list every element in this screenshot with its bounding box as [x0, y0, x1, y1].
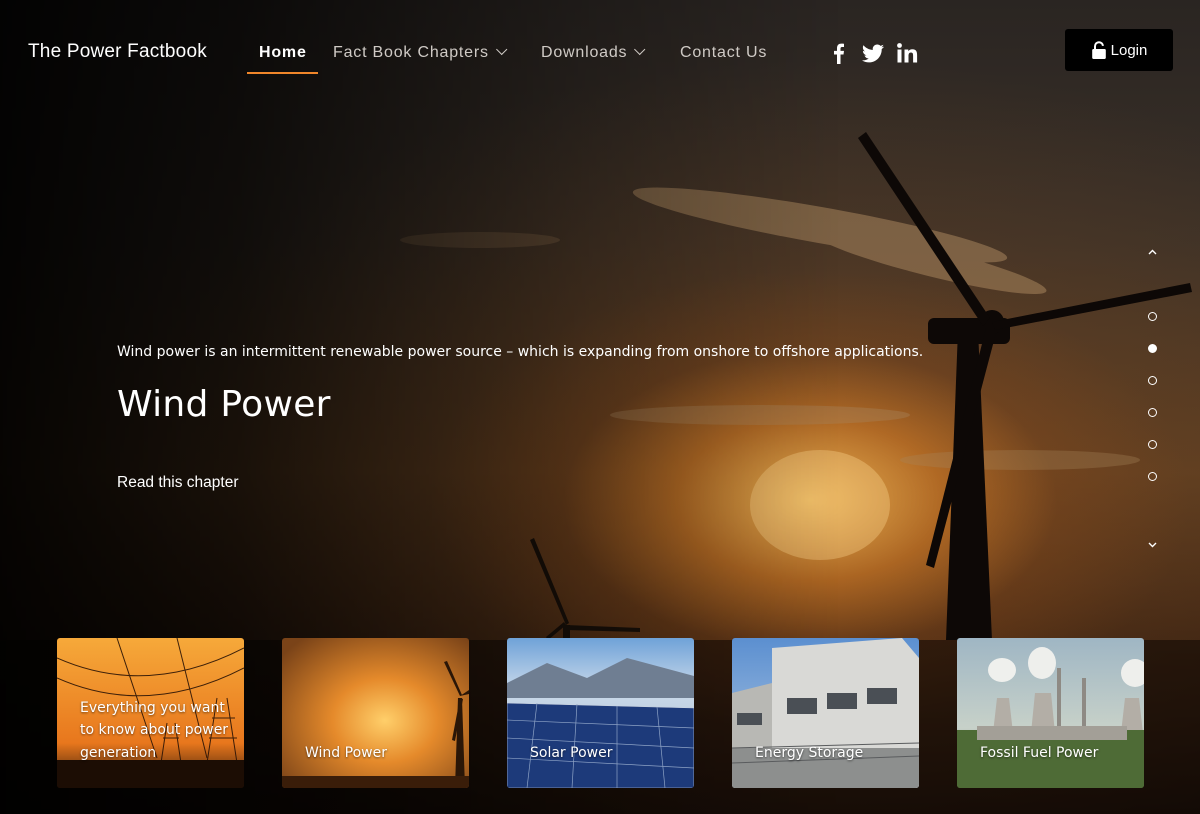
slider-dot-2[interactable]	[1148, 344, 1157, 353]
slider-dot-1[interactable]	[1148, 312, 1157, 321]
read-chapter-link[interactable]: Read this chapter	[117, 474, 239, 492]
card-power-generation[interactable]: Everything you want to know about power …	[57, 638, 244, 788]
card-label: Energy Storage	[755, 744, 864, 761]
linkedin-icon[interactable]	[896, 42, 918, 64]
hero-heading: Wind Power	[117, 384, 331, 425]
nav-downloads-label: Downloads	[541, 44, 628, 61]
nav-home[interactable]: Home	[259, 44, 307, 62]
card-energy-storage[interactable]: Energy Storage	[732, 638, 919, 788]
nav-downloads[interactable]: Downloads	[541, 43, 646, 62]
twitter-icon[interactable]	[861, 42, 885, 64]
card-label: Fossil Fuel Power	[980, 744, 1099, 761]
slider-dot-3[interactable]	[1148, 376, 1157, 385]
nav-contact-label: Contact Us	[680, 44, 768, 61]
site-title[interactable]: The Power Factbook	[28, 41, 207, 63]
unlock-icon	[1091, 40, 1106, 59]
nav-active-underline	[247, 72, 318, 74]
slider-dot-6[interactable]	[1148, 472, 1157, 481]
slider-dot-4[interactable]	[1148, 408, 1157, 417]
login-label: Login	[1110, 41, 1148, 59]
wind-turbine-image	[282, 638, 469, 788]
login-button[interactable]: Login	[1065, 29, 1173, 71]
slider-dot-5[interactable]	[1148, 440, 1157, 449]
card-wind-power[interactable]: Wind Power	[282, 638, 469, 788]
chevron-up-icon[interactable]	[1147, 247, 1158, 258]
solar-panels-image	[507, 638, 694, 788]
card-label: Everything you want to know about power …	[80, 699, 229, 761]
storage-building-image	[732, 638, 919, 788]
nav-chapters-label: Fact Book Chapters	[333, 44, 489, 61]
chevron-down-icon[interactable]	[1147, 539, 1158, 550]
card-fossil-fuel-power[interactable]: Fossil Fuel Power	[957, 638, 1144, 788]
hero-tagline: Wind power is an intermittent renewable …	[117, 344, 924, 360]
nav-fact-book-chapters[interactable]: Fact Book Chapters	[333, 43, 508, 62]
nav-contact-us[interactable]: Contact Us	[680, 44, 767, 62]
card-solar-power[interactable]: Solar Power	[507, 638, 694, 788]
nav-home-label: Home	[259, 44, 307, 61]
card-label: Wind Power	[305, 744, 387, 761]
facebook-icon[interactable]	[829, 42, 847, 64]
power-plant-image	[957, 638, 1144, 788]
card-label: Solar Power	[530, 744, 613, 761]
